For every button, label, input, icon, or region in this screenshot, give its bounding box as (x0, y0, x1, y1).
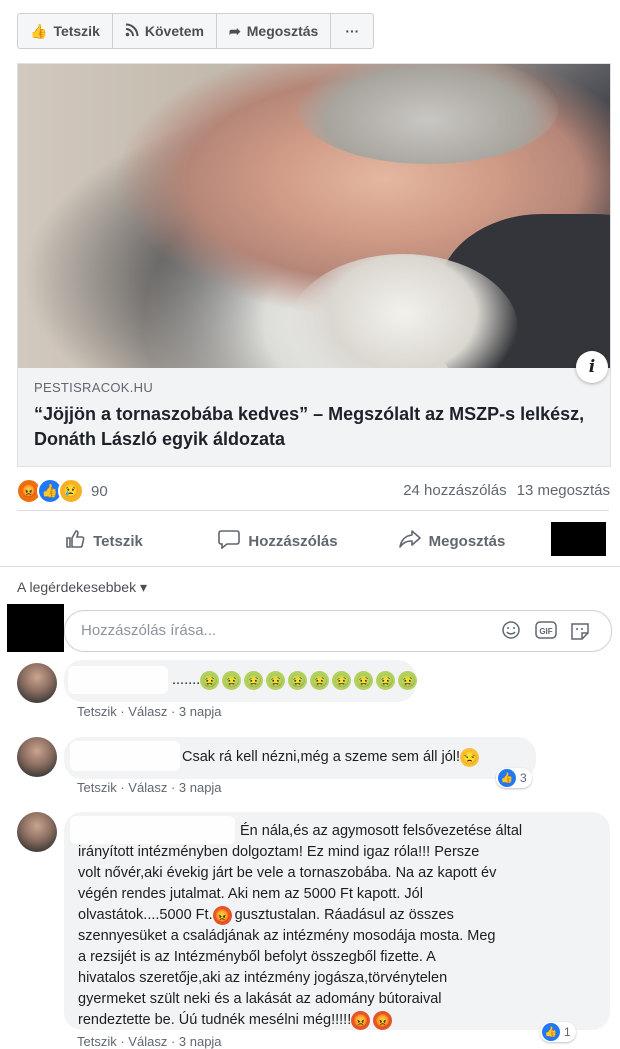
info-icon[interactable]: i (576, 351, 608, 383)
comment-meta: Tetszik · Válasz · 3 napja (77, 704, 222, 719)
user-avatar-redacted (7, 604, 64, 652)
svg-text:GIF: GIF (539, 627, 552, 636)
page-action-bar: 👍 Tetszik Követem ➦ Megosztás ··· (17, 13, 375, 49)
comment-input-placeholder: Hozzászólás írása... (81, 622, 217, 639)
nauseated-emoji-icon: 🤢 (354, 670, 374, 690)
comment-button[interactable]: Hozzászólás (191, 529, 365, 553)
comment-like-link[interactable]: Tetszik (77, 780, 117, 795)
page-share-button[interactable]: ➦ Megosztás (217, 14, 332, 48)
like-reaction-icon: 👍 (542, 1023, 560, 1041)
comment-reply-link[interactable]: Válasz (128, 1034, 167, 1049)
comment-input[interactable]: Hozzászólás írása... GIF (64, 610, 612, 652)
redacted-name (70, 741, 180, 771)
share-label: Megosztás (428, 532, 506, 550)
comment-reactions[interactable]: 👍 3 (496, 768, 532, 788)
commenter-avatar[interactable] (17, 812, 57, 852)
comment-reply-link[interactable]: Válasz (128, 780, 167, 795)
share-button[interactable]: Megosztás (365, 529, 539, 553)
redacted-box (551, 522, 606, 556)
more-label: ··· (345, 23, 360, 39)
reactions-summary[interactable]: 😡 👍 😢 90 (16, 478, 108, 504)
follow-label: Követem (144, 23, 205, 39)
nauseated-emoji-icon: 🤢 (266, 670, 286, 690)
comment-count[interactable]: 24 hozzászólás (403, 482, 506, 499)
comment-text: .......🤢 🤢 🤢 🤢 🤢 🤢 🤢 🤢 🤢 🤢 (172, 670, 418, 690)
comment-timestamp[interactable]: 3 napja (179, 704, 222, 719)
nauseated-emoji-icon: 🤢 (200, 670, 220, 690)
commenter-avatar[interactable] (17, 663, 57, 703)
nauseated-emoji-icon: 🤢 (332, 670, 352, 690)
page-like-button[interactable]: 👍 Tetszik (18, 14, 113, 48)
link-domain: PESTISRACOK.HU (34, 380, 154, 395)
nauseated-emoji-icon: 🤢 (376, 670, 396, 690)
angry-emoji-icon: 😡 (351, 1010, 371, 1030)
comment-reactions[interactable]: 👍 1 (540, 1022, 576, 1042)
gif-icon[interactable]: GIF (535, 620, 557, 644)
comment-like-link[interactable]: Tetszik (77, 704, 117, 719)
speech-bubble-icon (218, 529, 241, 553)
comment-text-line: Én nála,és az agymosott felsővezetése ál… (240, 823, 523, 839)
comment-bubble: Csak rá kell nézni,még a szeme sem áll j… (64, 737, 536, 779)
sticker-icon[interactable] (569, 620, 591, 646)
comment-bubble: .......🤢 🤢 🤢 🤢 🤢 🤢 🤢 🤢 🤢 🤢 (64, 660, 418, 702)
article-photo[interactable] (18, 64, 610, 368)
nauseated-emoji-icon: 🤢 (310, 670, 330, 690)
share-count[interactable]: 13 megosztás (517, 482, 610, 499)
reaction-count: 90 (91, 482, 108, 500)
thumbs-up-icon: 👍 (30, 22, 48, 39)
share-arrow-icon: ➦ (229, 22, 241, 39)
post-stats: 24 hozzászólás 13 megosztás (403, 482, 610, 499)
comment-timestamp[interactable]: 3 napja (179, 780, 222, 795)
comment-text: irányított intézményben dolgoztam! Ez mi… (78, 844, 497, 1030)
angry-emoji-icon: 😡 (373, 1010, 393, 1030)
page-like-label: Tetszik (53, 23, 100, 39)
commenter-avatar[interactable] (17, 737, 57, 777)
rss-icon (125, 23, 139, 40)
comment-meta: Tetszik · Válasz · 3 napja (77, 780, 222, 795)
divider (0, 566, 620, 567)
page-share-label: Megosztás (246, 23, 319, 39)
nauseated-emoji-icon: 🤢 (244, 670, 264, 690)
redacted-name (68, 666, 168, 694)
like-button[interactable]: Tetszik (17, 529, 191, 553)
unamused-emoji-icon: 😒 (460, 747, 480, 767)
follow-button[interactable]: Követem (113, 14, 218, 48)
comment-sort-dropdown[interactable]: A legérdekesebbek ▾ (17, 579, 147, 596)
nauseated-emoji-icon: 🤢 (398, 670, 418, 690)
comment-meta: Tetszik · Válasz · 3 napja (77, 1034, 222, 1049)
comment-label: Hozzászólás (248, 532, 338, 550)
link-title[interactable]: “Jöjjön a tornaszobába kedves” – Megszól… (34, 402, 594, 452)
thumbs-up-outline-icon (65, 529, 85, 553)
nauseated-emoji-icon: 🤢 (222, 670, 242, 690)
post-actions: Tetszik Hozzászólás Megosztás (17, 518, 609, 564)
emoji-icon[interactable] (501, 620, 521, 644)
comment-timestamp[interactable]: 3 napja (179, 1034, 222, 1049)
link-preview-card[interactable]: i PESTISRACOK.HU “Jöjjön a tornaszobába … (17, 63, 611, 467)
comment-like-link[interactable]: Tetszik (77, 1034, 117, 1049)
nauseated-emoji-icon: 🤢 (288, 670, 308, 690)
share-arrow-icon (398, 529, 421, 553)
comment-reply-link[interactable]: Válasz (128, 704, 167, 719)
comment-bubble: Én nála,és az agymosott felsővezetése ál… (64, 812, 610, 1030)
comment-text: Csak rá kell nézni,még a szeme sem áll j… (182, 747, 480, 767)
angry-emoji-icon: 😡 (212, 905, 232, 925)
like-reaction-icon: 👍 (498, 769, 516, 787)
redacted-name (70, 816, 235, 844)
more-options-button[interactable]: ··· (331, 14, 373, 48)
sad-reaction-icon: 😢 (58, 478, 84, 504)
divider (17, 510, 609, 511)
like-label: Tetszik (93, 532, 143, 550)
